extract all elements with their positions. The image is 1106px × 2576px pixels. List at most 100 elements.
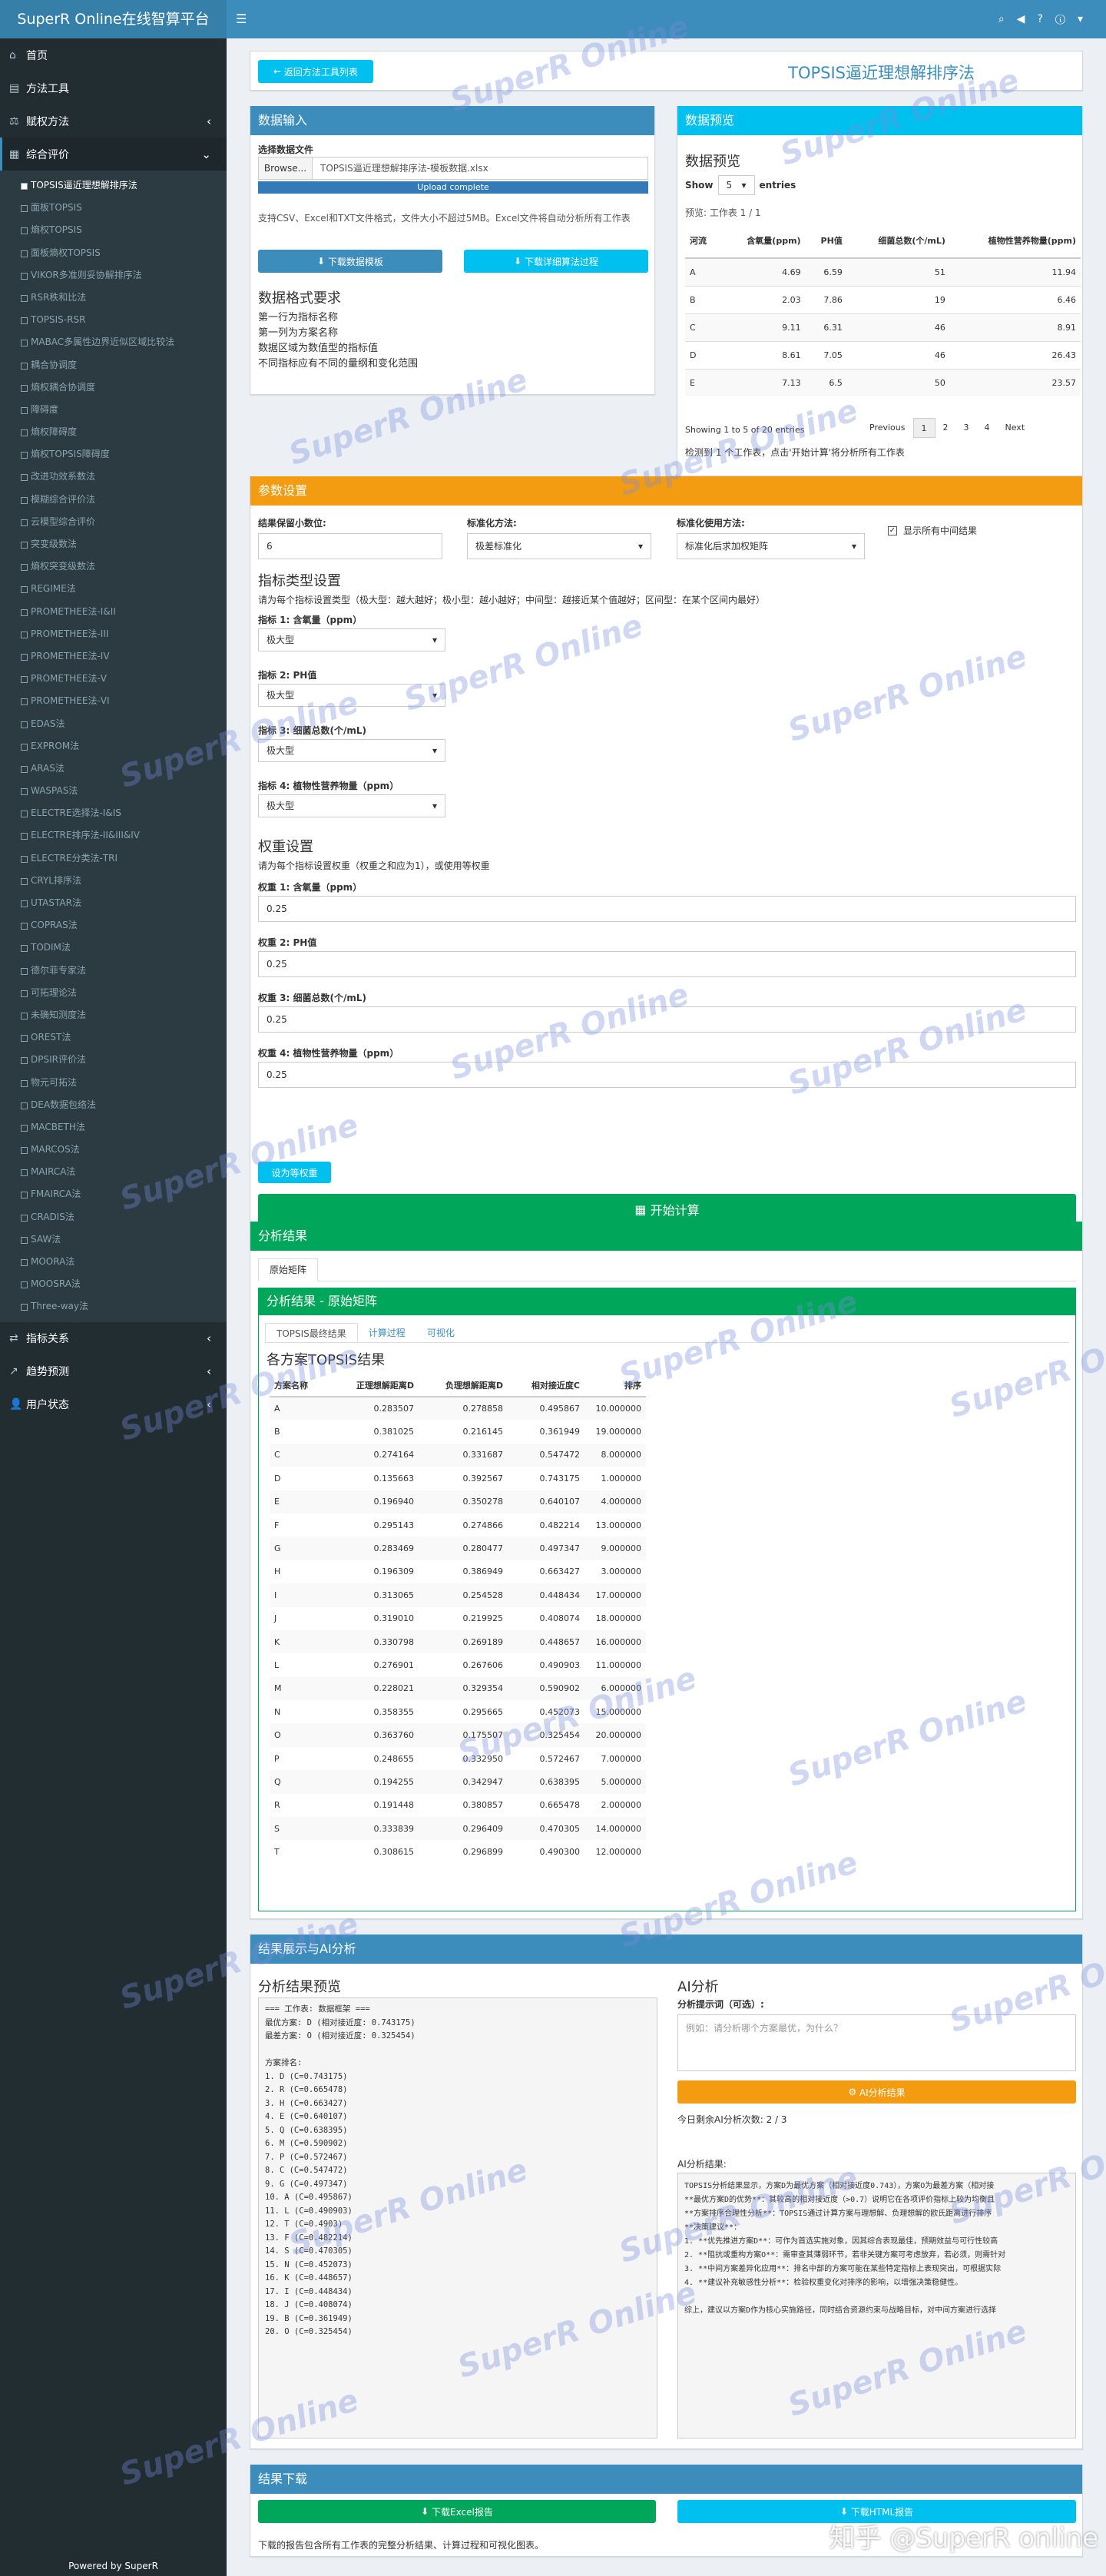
type-select[interactable]: 极大型 xyxy=(258,684,445,707)
checkbox-checked-icon[interactable]: ✓ xyxy=(888,525,897,535)
sidebar-subitem[interactable]: DEA数据包络法 xyxy=(0,1094,227,1116)
sidebar-subitem[interactable]: PROMETHEE法-VI xyxy=(0,690,227,712)
sidebar-subitem[interactable]: ELECTRE分类法-TRI xyxy=(0,847,227,870)
sidebar-subitem[interactable]: CRYL排序法 xyxy=(0,870,227,892)
megaphone-icon[interactable]: ◀ xyxy=(1017,13,1038,25)
menu-toggle-icon[interactable]: ☰ xyxy=(236,0,247,38)
sidebar-subitem[interactable]: TOPSIS-RSR xyxy=(0,309,227,331)
column-header[interactable]: 含氧量(ppm) xyxy=(720,223,806,259)
page-button[interactable]: 3 xyxy=(956,418,977,438)
page-button[interactable]: 4 xyxy=(977,418,998,438)
download-template-button[interactable]: ⬇ 下载数据模板 xyxy=(258,250,442,273)
download-detail-button[interactable]: ⬇ 下载详细算法过程 xyxy=(464,250,648,273)
sidebar-subitem[interactable]: 熵权障碍度 xyxy=(0,421,227,443)
sidebar-subitem[interactable]: VIKOR多准则妥协解排序法 xyxy=(0,264,227,287)
sidebar-subitem[interactable]: UTASTAR法 xyxy=(0,892,227,914)
sidebar-subitem[interactable]: 模糊综合评价法 xyxy=(0,489,227,511)
sidebar-subitem[interactable]: PROMETHEE法-IV xyxy=(0,645,227,668)
sidebar-subitem[interactable]: DPSIR评价法 xyxy=(0,1049,227,1071)
sidebar-item-evaluation[interactable]: ▦ 综合评价 ⌄ xyxy=(0,138,227,171)
column-header[interactable]: 正理想解距离D xyxy=(329,1374,419,1397)
column-header[interactable]: 排序 xyxy=(584,1374,646,1397)
sidebar-subitem[interactable]: MARCOS法 xyxy=(0,1139,227,1161)
back-button[interactable]: ← 返回方法工具列表 xyxy=(258,60,373,83)
weight-input[interactable]: 0.25 xyxy=(258,951,1076,977)
sidebar-subitem[interactable]: ARAS法 xyxy=(0,758,227,780)
result-subtab[interactable]: 计算过程 xyxy=(358,1323,416,1342)
info-icon[interactable]: ⓘ xyxy=(1055,13,1078,25)
sidebar-subitem[interactable]: PROMETHEE法-V xyxy=(0,668,227,690)
sidebar-subitem[interactable]: MOOSRA法 xyxy=(0,1273,227,1295)
column-header[interactable]: 河流 xyxy=(685,223,720,259)
sidebar-subitem[interactable]: MACBETH法 xyxy=(0,1116,227,1139)
sidebar-subitem[interactable]: EDAS法 xyxy=(0,713,227,735)
sidebar-subitem[interactable]: 德尔菲专家法 xyxy=(0,960,227,982)
download-excel-button[interactable]: ⬇ 下载Excel报告 xyxy=(258,2500,656,2523)
page-button[interactable]: 2 xyxy=(935,418,956,438)
sidebar-subitem[interactable]: TOPSIS逼近理想解排序法 xyxy=(0,174,227,197)
sidebar-subitem[interactable]: ELECTRE选择法-I&IS xyxy=(0,802,227,824)
weight-input[interactable]: 0.25 xyxy=(258,896,1076,922)
norm-select[interactable]: 极差标准化 xyxy=(467,533,651,559)
weight-input[interactable]: 0.25 xyxy=(258,1006,1076,1033)
sidebar-subitem[interactable]: MAIRCA法 xyxy=(0,1161,227,1183)
page-button[interactable]: Previous xyxy=(862,418,913,438)
help-icon[interactable]: ? xyxy=(1037,13,1055,25)
browse-button[interactable]: Browse... xyxy=(259,157,313,179)
sidebar-subitem[interactable]: 未确知测度法 xyxy=(0,1004,227,1026)
sidebar-subitem[interactable]: MABAC多属性边界近似区域比较法 xyxy=(0,331,227,353)
page-button[interactable]: 1 xyxy=(912,418,935,438)
sidebar-subitem[interactable]: 物元可拓法 xyxy=(0,1072,227,1094)
sidebar-item-tools[interactable]: ▤ 方法工具 xyxy=(0,71,227,104)
decimals-input[interactable]: 6 xyxy=(258,533,442,559)
column-header[interactable]: 负理想解距离D xyxy=(419,1374,508,1397)
entries-select[interactable]: 5 xyxy=(717,175,755,195)
ai-analyze-button[interactable]: ⚙ AI分析结果 xyxy=(677,2080,1076,2104)
sidebar-subitem[interactable]: 耦合协调度 xyxy=(0,354,227,376)
brand-logo[interactable]: SuperR Online在线智算平台 xyxy=(0,0,227,38)
sidebar-subitem[interactable]: RSR秩和比法 xyxy=(0,287,227,309)
file-input[interactable]: Browse... TOPSIS逼近理想解排序法-模板数据.xlsx xyxy=(258,157,648,180)
sidebar-subitem[interactable]: EXPROM法 xyxy=(0,735,227,758)
sidebar-subitem[interactable]: REGIME法 xyxy=(0,578,227,600)
column-header[interactable]: 方案名称 xyxy=(270,1374,329,1397)
sidebar-subitem[interactable]: PROMETHEE法-I&II xyxy=(0,601,227,623)
prompt-textarea[interactable]: 例如：请分析哪个方案最优，为什么？ xyxy=(677,2014,1076,2071)
sidebar-subitem[interactable]: 熵权耦合协调度 xyxy=(0,376,227,399)
sidebar-subitem[interactable]: OREST法 xyxy=(0,1026,227,1049)
sidebar-subitem[interactable]: MOORA法 xyxy=(0,1251,227,1273)
sidebar-subitem[interactable]: FMAIRCA法 xyxy=(0,1183,227,1205)
column-header[interactable]: 植物性营养物量(ppm) xyxy=(949,223,1081,259)
search-icon[interactable]: ⌕ xyxy=(998,13,1017,25)
sidebar-subitem[interactable]: 熵权TOPSIS障碍度 xyxy=(0,443,227,466)
sidebar-item-trend[interactable]: ↗ 趋势预测 ‹ xyxy=(0,1355,227,1388)
show-mid-checkbox[interactable]: ✓ 显示所有中间结果 xyxy=(888,524,977,537)
sidebar-subitem[interactable]: COPRAS法 xyxy=(0,914,227,937)
sidebar-item-weighting[interactable]: ⚖ 赋权方法 ‹ xyxy=(0,104,227,138)
result-subtab[interactable]: 可视化 xyxy=(416,1323,465,1342)
type-select[interactable]: 极大型 xyxy=(258,794,445,817)
column-header[interactable]: 细菌总数(个/mL) xyxy=(846,223,950,259)
column-header[interactable]: PH值 xyxy=(805,223,847,259)
sidebar-subitem[interactable]: WASPAS法 xyxy=(0,780,227,802)
sidebar-item-user[interactable]: 👤 用户状态 ‹ xyxy=(0,1388,227,1421)
sidebar-subitem[interactable]: 可拓理论法 xyxy=(0,982,227,1004)
sidebar-subitem[interactable]: 突变级数法 xyxy=(0,533,227,555)
start-button[interactable]: ▦ 开始计算 xyxy=(258,1194,1076,1225)
sidebar-subitem[interactable]: CRADIS法 xyxy=(0,1206,227,1228)
method-select[interactable]: 标准化后求加权矩阵 xyxy=(677,533,865,559)
weight-input[interactable]: 0.25 xyxy=(258,1062,1076,1088)
sidebar-subitem[interactable]: 熵权TOPSIS xyxy=(0,219,227,241)
sidebar-subitem[interactable]: 改进功效系数法 xyxy=(0,466,227,488)
sidebar-subitem[interactable]: TODIM法 xyxy=(0,937,227,959)
sidebar-item-home[interactable]: ⌂ 首页 xyxy=(0,38,227,71)
sidebar-subitem[interactable]: Three-way法 xyxy=(0,1295,227,1318)
result-subtab[interactable]: TOPSIS最终结果 xyxy=(265,1323,358,1342)
sidebar-subitem[interactable]: 面板TOPSIS xyxy=(0,197,227,219)
sidebar-item-relation[interactable]: ⇄ 指标关系 ‹ xyxy=(0,1322,227,1355)
sidebar-subitem[interactable]: 云模型综合评价 xyxy=(0,511,227,533)
equal-weight-button[interactable]: 设为等权重 xyxy=(258,1162,331,1183)
column-header[interactable]: 相对接近度C xyxy=(508,1374,584,1397)
chat-icon[interactable]: ▾ xyxy=(1078,13,1095,25)
page-button[interactable]: Next xyxy=(998,418,1033,438)
